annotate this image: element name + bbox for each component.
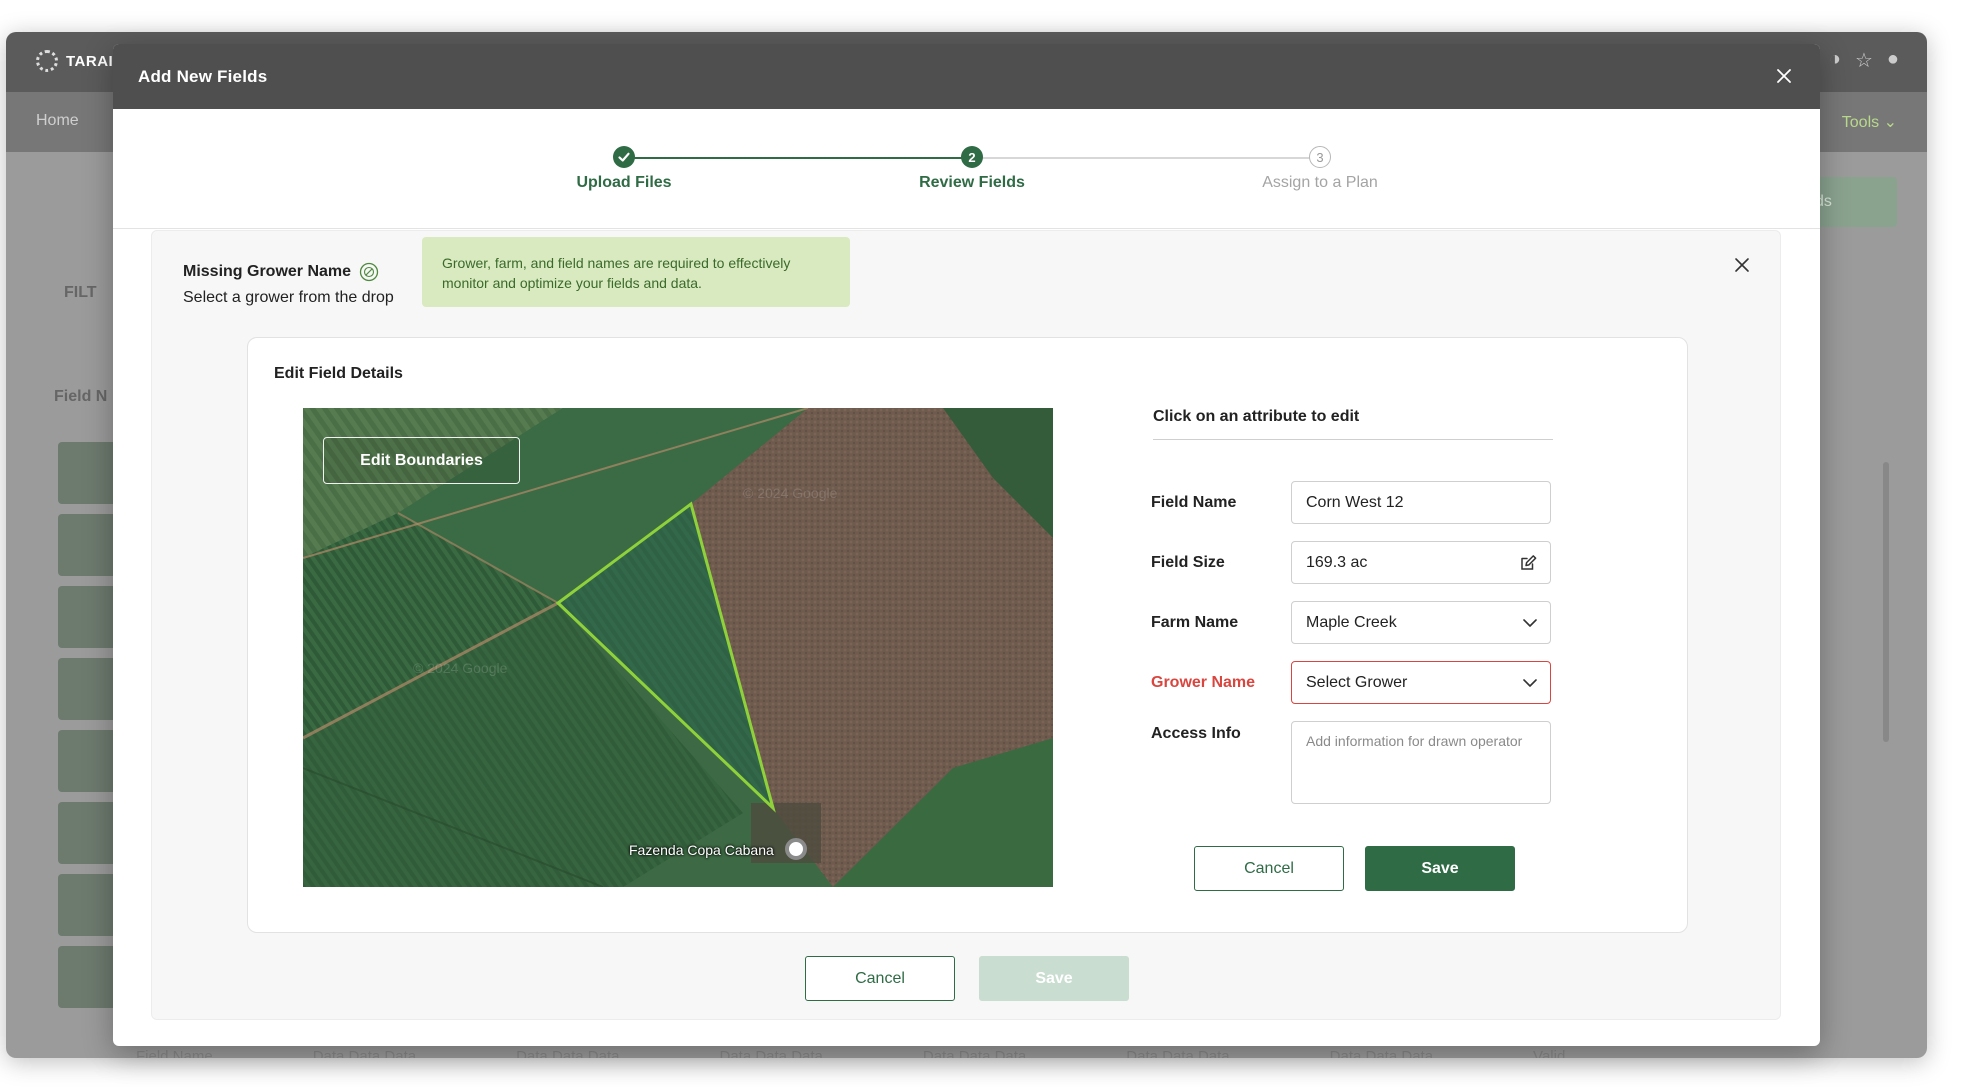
grower-name-value: Select Grower bbox=[1306, 673, 1408, 691]
field-name-value: Corn West 12 bbox=[1306, 493, 1404, 511]
field-size-label: Field Size bbox=[1151, 554, 1225, 571]
bg-col-header: Data Data Data bbox=[312, 1048, 417, 1058]
bg-filter-label: FILT bbox=[64, 284, 97, 301]
review-panel: Missing Grower Name Select a grower from… bbox=[151, 230, 1781, 1020]
field-name-input[interactable]: Corn West 12 bbox=[1291, 481, 1551, 524]
bg-field-thumbnail bbox=[58, 442, 118, 504]
access-info-label: Access Info bbox=[1151, 725, 1241, 742]
bg-col-header: Data Data Data bbox=[516, 1048, 620, 1058]
wizard-stepper: Upload Files 2 Review Fields 3 Assign to… bbox=[113, 109, 1820, 229]
star-icon: ☆ bbox=[1854, 50, 1873, 72]
bg-col-header: Data Data Data bbox=[719, 1048, 823, 1058]
bg-table-header-row: Field Name Data Data Data Data Data Data… bbox=[136, 1048, 1565, 1058]
card-save-button[interactable]: Save bbox=[1365, 846, 1515, 891]
add-new-fields-modal: Add New Fields Upload Files 2 Review Fie… bbox=[113, 44, 1820, 1046]
edit-field-details-card: Edit Field Details © 2024 Google © 2024 … bbox=[247, 337, 1688, 933]
alert-title-text: Missing Grower Name bbox=[183, 263, 352, 280]
logo-icon bbox=[36, 50, 58, 72]
card-cancel-button[interactable]: Cancel bbox=[1194, 846, 1344, 891]
bg-col-header: Data Data Data bbox=[1329, 1048, 1434, 1058]
location-pin-icon[interactable] bbox=[785, 838, 807, 860]
field-name-label: Field Name bbox=[1151, 494, 1237, 511]
bg-col-header: Data Data Data bbox=[1126, 1048, 1230, 1058]
close-icon[interactable] bbox=[1772, 64, 1796, 88]
step-review-fields[interactable]: 2 Review Fields bbox=[872, 146, 1072, 192]
help-icon: ◑ bbox=[1828, 48, 1841, 70]
farm-name-value: Maple Creek bbox=[1306, 613, 1397, 631]
bg-field-name-header: Field N bbox=[54, 388, 108, 405]
bg-col-header: Field Name bbox=[136, 1048, 213, 1058]
field-size-input[interactable]: 169.3 ac bbox=[1291, 541, 1551, 584]
bg-field-thumbnail bbox=[58, 802, 118, 864]
bg-col-header: Data Data Data bbox=[922, 1048, 1027, 1058]
bg-field-thumbnail bbox=[58, 658, 118, 720]
logo-text: TARAI bbox=[66, 52, 114, 70]
info-tooltip: Grower, farm, and field names are requir… bbox=[422, 237, 850, 307]
nav-tools: Tools ⌄ bbox=[1841, 114, 1897, 131]
access-info-textarea[interactable]: Add information for drawn operator bbox=[1291, 721, 1551, 804]
edit-boundaries-button[interactable]: Edit Boundaries bbox=[323, 437, 520, 484]
step-assign-plan[interactable]: 3 Assign to a Plan bbox=[1220, 146, 1420, 192]
edit-card-title: Edit Field Details bbox=[274, 365, 403, 382]
close-alert-icon[interactable] bbox=[1732, 255, 1752, 275]
step-number: 3 bbox=[1309, 146, 1331, 168]
bg-field-thumbnail bbox=[58, 514, 118, 576]
bg-field-thumbnail bbox=[58, 946, 118, 1008]
info-icon[interactable] bbox=[359, 262, 379, 282]
svg-text:© 2024 Google: © 2024 Google bbox=[413, 660, 508, 676]
user-avatar-icon: ● bbox=[1886, 48, 1899, 70]
bg-field-thumbnail bbox=[58, 586, 118, 648]
app-logo: TARAI bbox=[36, 50, 113, 72]
field-size-value: 169.3 ac bbox=[1306, 553, 1368, 571]
alert-title: Missing Grower Name bbox=[183, 262, 379, 282]
edit-pencil-icon[interactable] bbox=[1518, 553, 1538, 573]
bg-scrollbar bbox=[1883, 462, 1889, 742]
farm-name-select[interactable]: Maple Creek bbox=[1291, 601, 1551, 644]
modal-header: Add New Fields bbox=[113, 44, 1820, 109]
svg-text:© 2024 Google: © 2024 Google bbox=[743, 485, 838, 501]
grower-name-label: Grower Name bbox=[1151, 674, 1256, 691]
modal-save-button[interactable]: Save bbox=[979, 956, 1129, 1001]
farm-name-label: Farm Name bbox=[1151, 614, 1239, 631]
check-icon bbox=[613, 146, 635, 168]
step-label: Assign to a Plan bbox=[1262, 174, 1378, 191]
grower-name-select[interactable]: Select Grower bbox=[1291, 661, 1551, 704]
nav-home: Home bbox=[36, 112, 79, 129]
step-number: 2 bbox=[961, 146, 983, 168]
step-label: Review Fields bbox=[919, 174, 1025, 191]
step-label: Upload Files bbox=[576, 174, 672, 191]
app-top-icons: ◑ ☆ ● bbox=[1829, 48, 1899, 73]
field-map[interactable]: © 2024 Google © 2024 Google Edit Boundar… bbox=[303, 408, 1053, 887]
step-upload-files[interactable]: Upload Files bbox=[524, 146, 724, 192]
attributes-header: Click on an attribute to edit bbox=[1153, 408, 1553, 440]
alert-subtitle: Select a grower from the drop bbox=[183, 289, 394, 306]
modal-cancel-button[interactable]: Cancel bbox=[805, 956, 955, 1001]
chevron-down-icon bbox=[1523, 619, 1537, 627]
chevron-down-icon bbox=[1523, 679, 1537, 687]
modal-title: Add New Fields bbox=[138, 66, 268, 86]
map-place-label: Fazenda Copa Cabana bbox=[629, 842, 774, 858]
bg-field-thumbnail bbox=[58, 730, 118, 792]
bg-col-header: Valid bbox=[1533, 1048, 1566, 1058]
bg-field-thumbnail bbox=[58, 874, 118, 936]
